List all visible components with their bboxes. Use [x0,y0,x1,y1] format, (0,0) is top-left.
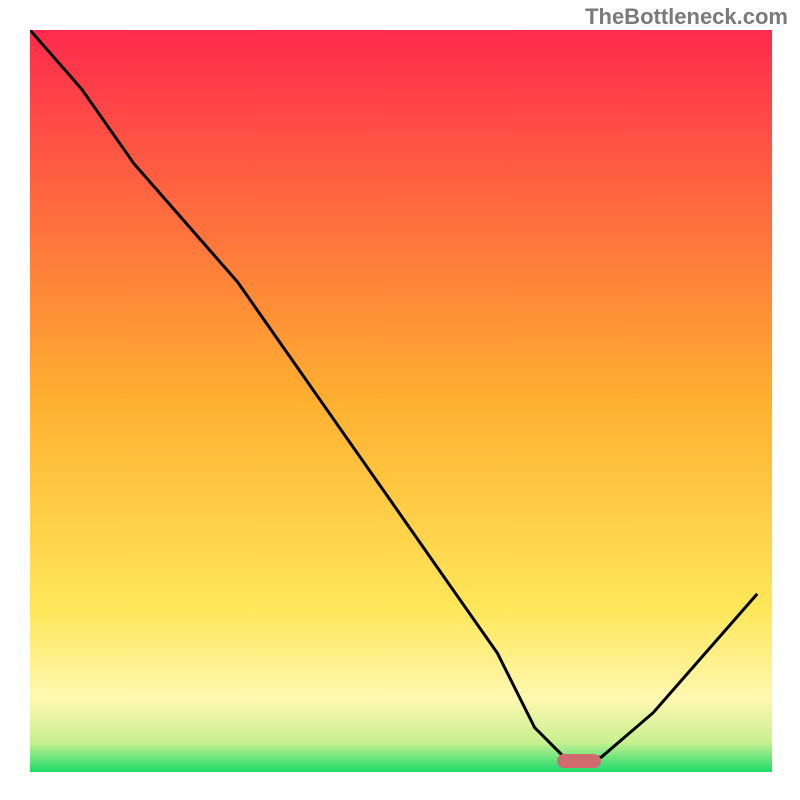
optimum-marker [557,754,601,768]
chart-plot-area [30,30,772,772]
chart-svg [30,30,772,772]
watermark-text: TheBottleneck.com [585,4,788,30]
chart-background [30,30,772,772]
